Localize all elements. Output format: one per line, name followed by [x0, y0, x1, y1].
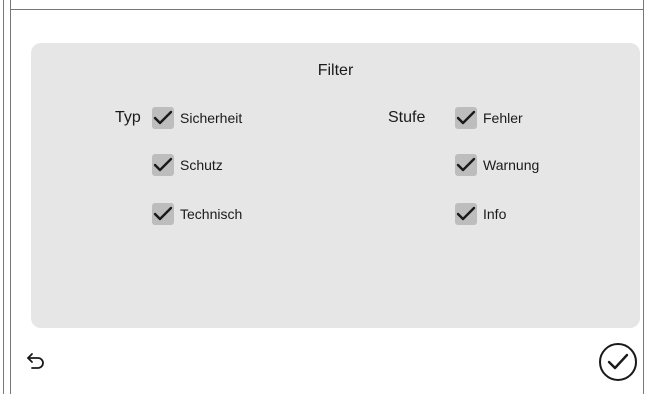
checkmark-icon — [153, 157, 173, 172]
warnung-checkbox[interactable] — [455, 154, 477, 176]
back-button[interactable] — [24, 349, 48, 373]
sicherheit-label: Sicherheit — [180, 110, 243, 126]
checkmark-icon — [456, 206, 476, 221]
warnung-label: Warnung — [483, 157, 540, 173]
filter-option-fehler[interactable]: Fehler — [455, 107, 523, 129]
fehler-checkbox[interactable] — [455, 107, 477, 129]
filter-option-warnung[interactable]: Warnung — [455, 154, 539, 176]
checkmark-circle-icon — [599, 343, 637, 381]
stufe-label: Stufe — [388, 109, 426, 126]
filter-title: Filter — [317, 62, 354, 79]
checkmark-icon — [153, 110, 173, 125]
fehler-label: Fehler — [483, 110, 523, 126]
schutz-checkbox[interactable] — [152, 154, 174, 176]
checkmark-icon — [456, 157, 476, 172]
frame-line-top — [10, 9, 644, 10]
sicherheit-checkbox[interactable] — [152, 107, 174, 129]
typ-label: Typ — [115, 109, 141, 126]
frame-line-left-outer — [3, 0, 4, 394]
schutz-label: Schutz — [180, 157, 223, 173]
filter-option-info[interactable]: Info — [455, 203, 506, 225]
filter-option-sicherheit[interactable]: Sicherheit — [152, 107, 242, 129]
technisch-checkbox[interactable] — [152, 203, 174, 225]
filter-option-technisch[interactable]: Technisch — [152, 203, 242, 225]
checkmark-icon — [153, 206, 173, 221]
technisch-label: Technisch — [180, 206, 243, 222]
undo-arrow-icon — [27, 353, 44, 369]
confirm-button[interactable] — [597, 341, 639, 383]
frame-line-right — [643, 0, 644, 394]
filter-option-schutz[interactable]: Schutz — [152, 154, 223, 176]
info-label: Info — [483, 206, 507, 222]
frame-line-left-inner — [10, 0, 11, 394]
filter-panel: Filter Typ Sicherheit Schutz Technisch S… — [31, 43, 640, 328]
checkmark-icon — [456, 110, 476, 125]
info-checkbox[interactable] — [455, 203, 477, 225]
